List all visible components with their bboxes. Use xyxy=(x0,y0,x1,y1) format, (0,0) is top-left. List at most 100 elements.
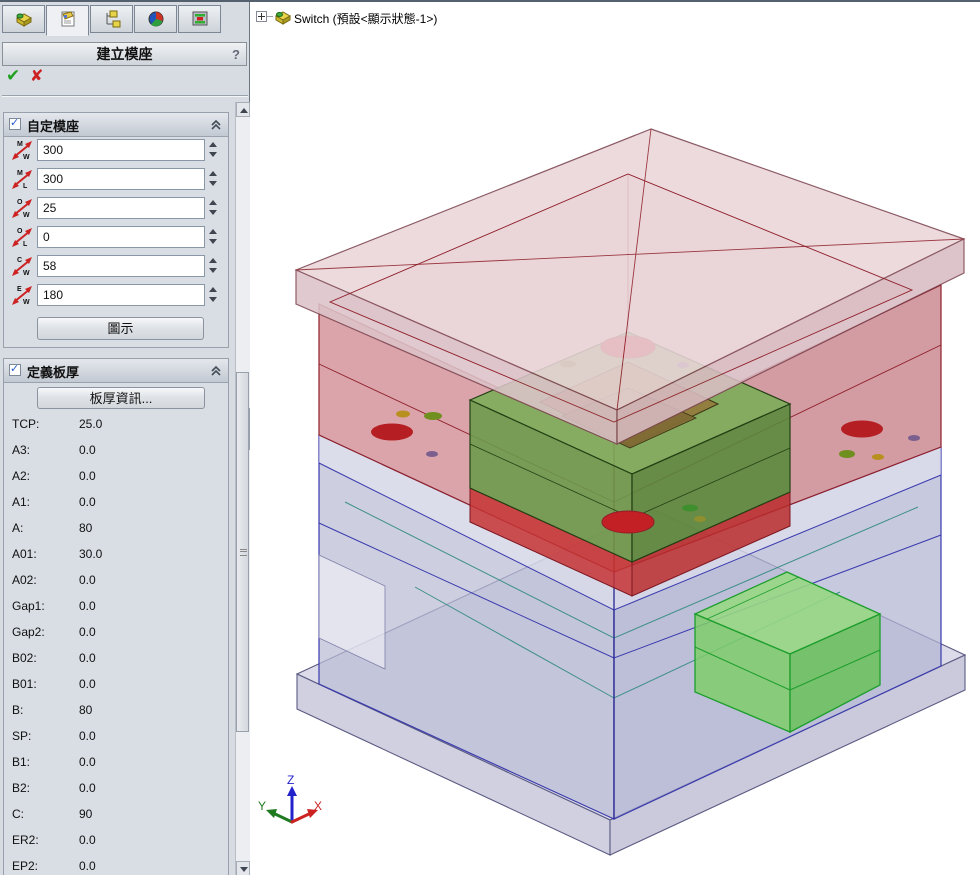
dimension-arrow-icon: CW xyxy=(10,255,34,282)
param-value: 0.0 xyxy=(79,853,96,875)
spinner xyxy=(207,226,219,248)
spinner-down-icon[interactable] xyxy=(209,181,217,186)
param-label: B: xyxy=(12,697,23,723)
cancel-button[interactable]: ✘ xyxy=(30,66,43,86)
dimension-input[interactable]: 58 xyxy=(37,255,205,277)
group-custom-mold-base: ✓ 自定模座 MW300ML300OW25OL0CW58EW180 圖示 xyxy=(3,112,229,348)
spinner-down-icon[interactable] xyxy=(209,297,217,302)
dimension-field-row: MW300 xyxy=(4,139,228,163)
dimension-input[interactable]: 25 xyxy=(37,197,205,219)
group-header[interactable]: ✓ 定義板厚 xyxy=(4,359,228,383)
tab-dimxpertmanager[interactable] xyxy=(134,5,177,33)
dimension-arrow-icon: OL xyxy=(10,226,34,253)
plate-thickness-row: B02:0.0 xyxy=(4,645,228,671)
tab-featuremanager[interactable] xyxy=(2,5,45,33)
tree-expand-icon[interactable] xyxy=(256,11,267,22)
plate-thickness-row: Gap1: 0.0 xyxy=(4,593,228,619)
page-title: 建立模座 xyxy=(97,46,153,62)
axis-x-label: X xyxy=(314,799,322,813)
tab-displaymanager[interactable] xyxy=(178,5,221,33)
param-value: 0.0 xyxy=(79,775,96,801)
panel-scrollbar[interactable] xyxy=(235,102,250,875)
dimension-arrow-icon: OW xyxy=(10,197,34,224)
dimension-field-row: OW25 xyxy=(4,197,228,221)
group-checkbox[interactable]: ✓ xyxy=(9,364,21,376)
param-label: SP: xyxy=(12,723,31,749)
graphics-viewport[interactable]: Z Y X Switch (預設<顯示狀態-1>) xyxy=(250,2,980,875)
spinner-down-icon[interactable] xyxy=(209,210,217,215)
param-label: Gap2: xyxy=(12,619,45,645)
dimension-field-row: ML300 xyxy=(4,168,228,192)
param-label: Gap1: xyxy=(12,593,45,619)
spinner-up-icon[interactable] xyxy=(209,200,217,205)
scrollbar-up-arrow[interactable] xyxy=(236,102,250,117)
dimension-input[interactable]: 300 xyxy=(37,139,205,161)
plate-thickness-row: B2: 0.0 xyxy=(4,775,228,801)
featuremanager-tree-icon xyxy=(14,9,34,29)
param-value: 30.0 xyxy=(79,541,102,567)
spinner xyxy=(207,284,219,306)
property-manager-panel: 建立模座 ? ✔ ✘ ✓ 自定模座 MW300ML300OW25OL0CW58E… xyxy=(0,2,250,875)
plate-thickness-row: B1:0.0 xyxy=(4,749,228,775)
spinner-up-icon[interactable] xyxy=(209,229,217,234)
dimension-field-row: EW180 xyxy=(4,284,228,308)
svg-text:O: O xyxy=(17,199,23,206)
collapse-chevron-icon[interactable] xyxy=(210,364,222,382)
param-value: 0.0 xyxy=(79,827,96,853)
dimension-input[interactable]: 0 xyxy=(37,226,205,248)
spinner-up-icon[interactable] xyxy=(209,171,217,176)
spinner-down-icon[interactable] xyxy=(209,268,217,273)
param-label: A01: xyxy=(12,541,37,567)
plate-thickness-row: TCP:25.0 xyxy=(4,411,228,437)
dimension-input[interactable]: 300 xyxy=(37,168,205,190)
spinner xyxy=(207,168,219,190)
dimxpertmanager-icon xyxy=(146,9,166,29)
panel-title-bar: 建立模座 ? xyxy=(2,42,247,66)
group-header[interactable]: ✓ 自定模座 xyxy=(4,113,228,137)
spinner-up-icon[interactable] xyxy=(209,287,217,292)
collapse-chevron-icon[interactable] xyxy=(210,118,222,136)
spinner-down-icon[interactable] xyxy=(209,152,217,157)
axis-z-label: Z xyxy=(287,773,294,787)
dimension-input[interactable]: 180 xyxy=(37,284,205,306)
param-value: 0.0 xyxy=(79,593,96,619)
group-label: 自定模座 xyxy=(27,116,79,135)
scrollbar-down-arrow[interactable] xyxy=(236,861,250,875)
sprue-hole xyxy=(602,511,654,533)
param-value: 0.0 xyxy=(79,567,96,593)
param-label: A02: xyxy=(12,567,37,593)
feature-tree-item-label[interactable]: Switch (預設<顯示狀態-1>) xyxy=(294,10,437,27)
plate-thickness-row: SP: 0.0 xyxy=(4,723,228,749)
plate-thickness-row: A02: 0.0 xyxy=(4,567,228,593)
param-label: A3: xyxy=(12,437,30,463)
plate-thickness-row: EP2:0.0 xyxy=(4,853,228,875)
group-define-plate-thickness: ✓ 定義板厚 板厚資訊... TCP:25.0A3:0.0A2:0.0A1:0.… xyxy=(3,358,229,875)
svg-text:W: W xyxy=(23,212,30,219)
param-value: 0.0 xyxy=(79,463,96,489)
dimension-arrow-icon: EW xyxy=(10,284,34,311)
group-checkbox[interactable]: ✓ xyxy=(9,118,21,130)
plate-thickness-row: B:80 xyxy=(4,697,228,723)
scrollbar-thumb[interactable] xyxy=(236,372,249,732)
axis-y-label: Y xyxy=(258,799,266,813)
dimension-arrow-icon: ML xyxy=(10,168,34,195)
ok-button[interactable]: ✔ xyxy=(6,66,20,86)
tab-propertymanager[interactable] xyxy=(46,5,89,36)
spinner-down-icon[interactable] xyxy=(209,239,217,244)
plate-info-button[interactable]: 板厚資訊... xyxy=(37,387,205,409)
spinner-up-icon[interactable] xyxy=(209,258,217,263)
illustration-button[interactable]: 圖示 xyxy=(37,317,204,340)
help-icon[interactable]: ? xyxy=(232,44,240,66)
param-label: B2: xyxy=(12,775,30,801)
plate-thickness-row: C:90 xyxy=(4,801,228,827)
param-value: 0.0 xyxy=(79,437,96,463)
plate-thickness-row: A:80 xyxy=(4,515,228,541)
param-value: 0.0 xyxy=(79,723,96,749)
svg-text:L: L xyxy=(23,241,28,248)
spinner-up-icon[interactable] xyxy=(209,142,217,147)
param-label: A2: xyxy=(12,463,30,489)
param-value: 0.0 xyxy=(79,489,96,515)
mold-base-3d-model[interactable]: Z Y X xyxy=(250,2,980,875)
propertymanager-icon xyxy=(58,9,78,29)
tab-configurationmanager[interactable] xyxy=(90,5,133,33)
